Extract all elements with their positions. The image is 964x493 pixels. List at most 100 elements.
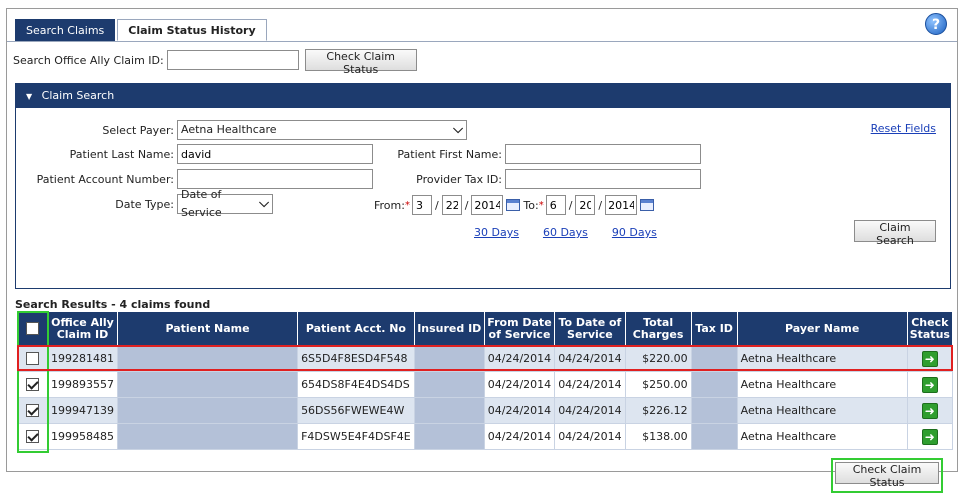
date-type-dropdown[interactable]: Date of Service ⌵	[177, 188, 273, 219]
tab-bar: Search Claims Claim Status History	[15, 19, 269, 41]
patient-first-name-input[interactable]	[505, 144, 701, 164]
results-title: Search Results - 4 claims found	[15, 298, 211, 311]
header-claim-id: Office Ally Claim ID	[46, 311, 119, 346]
select-payer-dropdown[interactable]: Aetna Healthcare ⌵	[177, 120, 467, 140]
date-separator: /	[434, 198, 439, 212]
charges-cell: $250.00	[624, 371, 692, 398]
claim-id-search-row: Search Office Ally Claim ID: Check Claim…	[13, 49, 417, 76]
to-year-input[interactable]	[605, 195, 638, 215]
arrow-right-icon[interactable]: ➜	[921, 428, 938, 445]
select-payer-label: Select Payer:	[102, 123, 174, 137]
to-day-input[interactable]	[575, 195, 596, 215]
chevron-down-icon: ⌵	[259, 196, 269, 211]
patient-last-name-row: Patient Last Name:	[16, 144, 373, 164]
bottom-button-wrap: Check Claim Status	[831, 458, 943, 493]
charges-cell: $226.12	[624, 397, 692, 424]
required-marker: *	[404, 199, 410, 211]
patient-name-cell	[117, 423, 299, 450]
help-icon[interactable]: ?	[925, 13, 947, 35]
calendar-icon[interactable]	[640, 199, 655, 211]
to-label: To:	[523, 198, 539, 212]
date-separator: /	[598, 198, 603, 212]
from-day-input[interactable]	[441, 195, 462, 215]
tax-id-cell	[690, 423, 738, 450]
tab-divider	[7, 41, 957, 42]
claim-id-label: Search Office Ally Claim ID:	[13, 53, 164, 67]
required-marker: *	[538, 199, 544, 211]
claim-search-header[interactable]: ▼ Claim Search	[16, 84, 950, 108]
payer-name-cell: Aetna Healthcare	[736, 371, 908, 398]
header-acct-no: Patient Acct. No	[297, 311, 415, 346]
patient-account-label: Patient Account Number:	[36, 172, 174, 186]
check-claim-status-button-top[interactable]: Check Claim Status	[304, 49, 417, 76]
acct-no-cell: 654DS8F4E4DS4DS	[297, 371, 415, 398]
select-payer-value: Aetna Healthcare	[181, 123, 277, 136]
claim-id-cell: 199958485	[46, 423, 119, 450]
table-row: 199893557 654DS8F4E4DS4DS 04/24/2014 04/…	[17, 371, 954, 398]
chevron-down-icon: ⌵	[453, 122, 463, 137]
patient-first-name-label: Patient First Name:	[397, 147, 502, 161]
patient-name-cell	[117, 371, 299, 398]
header-check-status: Check Status	[906, 311, 954, 346]
collapse-triangle-icon: ▼	[26, 92, 33, 101]
reset-fields-link[interactable]: Reset Fields	[871, 122, 936, 135]
patient-last-name-label: Patient Last Name:	[69, 147, 174, 161]
to-date-cell: 04/24/2014	[554, 397, 626, 424]
table-row: 199958485 F4DSW5E4F4DSF4E 04/24/2014 04/…	[17, 423, 954, 450]
check-status-cell: ➜	[906, 397, 954, 424]
provider-tax-input[interactable]	[505, 169, 701, 189]
tax-id-cell	[690, 397, 738, 424]
charges-cell: $138.00	[624, 423, 692, 450]
check-status-cell: ➜	[906, 371, 954, 398]
claims-window: Search Claims Claim Status History ? Sea…	[6, 8, 958, 493]
checkbox-column-highlight	[17, 311, 49, 453]
tax-id-cell	[690, 371, 738, 398]
patient-last-name-input[interactable]	[177, 144, 373, 164]
table-header-row: Office Ally Claim ID Patient Name Patien…	[17, 311, 954, 346]
claim-id-cell: 199947139	[46, 397, 119, 424]
link-60-days[interactable]: 60 Days	[543, 226, 588, 239]
date-type-label: Date Type:	[115, 197, 174, 211]
header-to-date: To Date of Service	[554, 311, 626, 346]
claim-search-title: Claim Search	[41, 89, 115, 102]
first-row-highlight	[17, 345, 953, 371]
tab-search-claims[interactable]: Search Claims	[15, 19, 116, 41]
from-year-input[interactable]	[471, 195, 504, 215]
quick-range-links: 30 Days 60 Days 90 Days	[474, 226, 657, 239]
results-table: Office Ally Claim ID Patient Name Patien…	[17, 311, 954, 450]
date-range-row: From:* / / To:* / /	[374, 195, 657, 215]
claim-search-button[interactable]: Claim Search	[854, 220, 936, 247]
from-date-cell: 04/24/2014	[483, 423, 556, 450]
header-patient-name: Patient Name	[117, 311, 299, 346]
from-date-cell: 04/24/2014	[483, 371, 556, 398]
date-separator: /	[464, 198, 469, 212]
from-month-input[interactable]	[411, 195, 432, 215]
to-month-input[interactable]	[545, 195, 566, 215]
tab-claim-status-history[interactable]: Claim Status History	[117, 19, 267, 41]
patient-name-cell	[117, 397, 299, 424]
date-separator: /	[568, 198, 573, 212]
date-type-value: Date of Service	[181, 188, 222, 219]
claim-id-input[interactable]	[166, 50, 299, 70]
check-button-highlight: Check Claim Status	[831, 458, 943, 493]
acct-no-cell: F4DSW5E4F4DSF4E	[297, 423, 415, 450]
to-date-cell: 04/24/2014	[554, 423, 626, 450]
header-total-charges: Total Charges	[624, 311, 692, 346]
arrow-right-icon[interactable]: ➜	[921, 402, 938, 419]
header-from-date: From Date of Service	[483, 311, 556, 346]
date-type-row: Date Type: Date of Service ⌵	[16, 188, 273, 219]
link-30-days[interactable]: 30 Days	[474, 226, 519, 239]
acct-no-cell: 56DS56FWEWE4W	[297, 397, 415, 424]
insured-id-cell	[413, 371, 485, 398]
check-claim-status-button-bottom[interactable]: Check Claim Status	[835, 462, 939, 489]
table-row: 199947139 56DS56FWEWE4W 04/24/2014 04/24…	[17, 397, 954, 424]
insured-id-cell	[413, 397, 485, 424]
provider-tax-row: Provider Tax ID:	[396, 169, 701, 189]
link-90-days[interactable]: 90 Days	[612, 226, 657, 239]
header-insured-id: Insured ID	[413, 311, 485, 346]
insured-id-cell	[413, 423, 485, 450]
claim-search-panel: ▼ Claim Search Reset Fields Select Payer…	[15, 83, 951, 289]
arrow-right-icon[interactable]: ➜	[921, 376, 938, 393]
from-date-cell: 04/24/2014	[483, 397, 556, 424]
calendar-icon[interactable]	[506, 199, 521, 211]
